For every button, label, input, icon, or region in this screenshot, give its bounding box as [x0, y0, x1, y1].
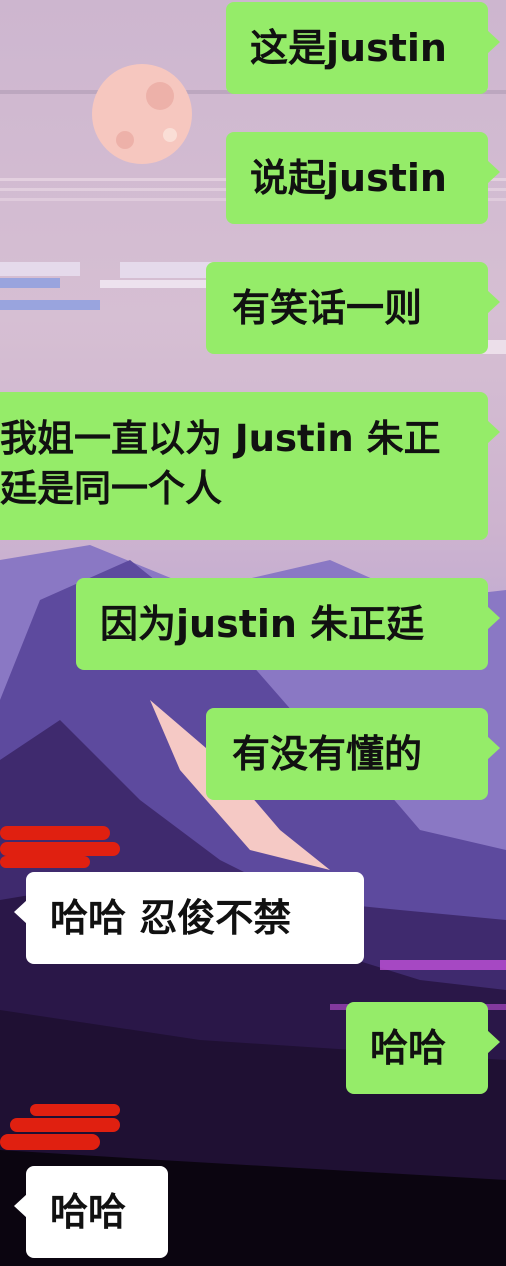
message-text: 哈哈: [50, 1190, 127, 1234]
message-text: 这是justin: [250, 26, 447, 70]
message-text: 说起justin: [250, 156, 447, 200]
bubble-tail: [487, 290, 500, 314]
message-bubble-sent[interactable]: 说起justin: [226, 132, 500, 224]
bubble-tail: [487, 30, 500, 54]
bubble-tail: [487, 420, 500, 444]
message-bubble-sent[interactable]: 我姐一直以为 Justin 朱正廷是同一个人: [0, 392, 500, 540]
message-bubble-sent[interactable]: 因为justin 朱正廷: [76, 578, 500, 670]
bubble-tail: [14, 900, 27, 924]
message-text: 有笑话一则: [232, 286, 423, 330]
chat-message-list[interactable]: 这是justin 说起justin 有笑话一则 我姐一直以为 Justin 朱正…: [0, 0, 506, 1266]
message-bubble-received[interactable]: 哈哈 忍俊不禁: [14, 872, 364, 964]
message-bubble-received[interactable]: 哈哈: [14, 1166, 168, 1258]
bubble-tail: [487, 736, 500, 760]
message-bubble-sent[interactable]: 有笑话一则: [206, 262, 500, 354]
message-text: 哈哈: [370, 1026, 447, 1070]
message-text: 有没有懂的: [232, 732, 423, 776]
bubble-tail: [487, 1030, 500, 1054]
bubble-tail: [487, 606, 500, 630]
message-bubble-sent[interactable]: 这是justin: [226, 2, 500, 94]
message-text: 哈哈 忍俊不禁: [50, 896, 292, 940]
bubble-tail: [487, 160, 500, 184]
message-text: 因为justin 朱正廷: [100, 602, 425, 646]
message-bubble-sent[interactable]: 有没有懂的: [206, 708, 500, 800]
message-bubble-sent[interactable]: 哈哈: [346, 1002, 500, 1094]
message-text: 我姐一直以为 Justin 朱正廷是同一个人: [0, 417, 441, 510]
bubble-tail: [14, 1194, 27, 1218]
